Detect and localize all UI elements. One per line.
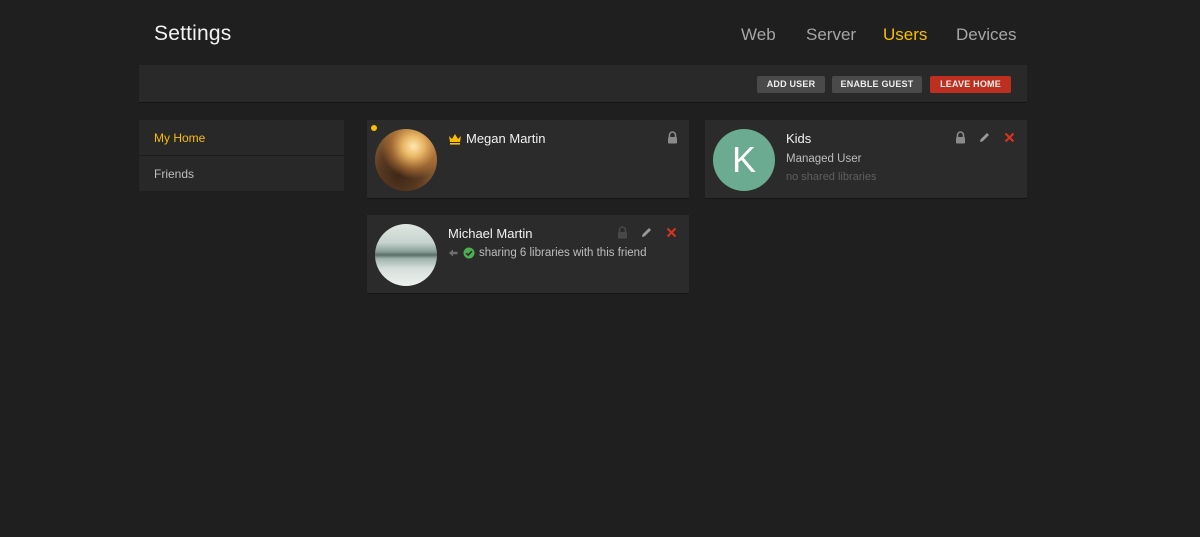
leave-home-button[interactable]: LEAVE HOME — [930, 76, 1011, 93]
edit-icon[interactable] — [978, 131, 991, 144]
sidebar-item-my-home[interactable]: My Home — [139, 120, 344, 156]
lock-icon[interactable] — [666, 131, 679, 144]
user-card-megan-martin[interactable]: Megan Martin — [367, 120, 689, 198]
avatar: K — [713, 129, 775, 191]
toolbar: ADD USER ENABLE GUEST LEAVE HOME — [139, 65, 1027, 103]
edit-icon[interactable] — [640, 226, 653, 239]
tab-server[interactable]: Server — [806, 25, 856, 45]
tab-web[interactable]: Web — [741, 25, 776, 45]
arrow-left-icon — [448, 248, 458, 258]
lock-icon[interactable] — [954, 131, 967, 144]
lock-icon[interactable] — [616, 226, 629, 239]
user-card-kids[interactable]: K Kids Managed User no shared libraries — [705, 120, 1027, 198]
add-user-button[interactable]: ADD USER — [757, 76, 825, 93]
user-name: Megan Martin — [466, 131, 546, 146]
user-name: Michael Martin — [448, 226, 533, 241]
avatar — [375, 129, 437, 191]
user-card-michael-martin[interactable]: Michael Martin sharing 6 libraries with … — [367, 215, 689, 293]
enable-guest-button[interactable]: ENABLE GUEST — [832, 76, 922, 93]
crown-icon — [448, 132, 462, 145]
sharing-text: sharing 6 libraries with this friend — [479, 247, 647, 259]
sidebar-item-label: Friends — [154, 167, 195, 181]
online-indicator — [371, 125, 377, 131]
sidebar-item-friends[interactable]: Friends — [139, 156, 344, 191]
delete-icon[interactable] — [665, 226, 678, 239]
sidebar: My Home Friends — [139, 120, 344, 191]
delete-icon[interactable] — [1003, 131, 1016, 144]
tab-devices[interactable]: Devices — [956, 25, 1016, 45]
user-role: Managed User — [786, 153, 862, 165]
tab-users[interactable]: Users — [883, 25, 927, 45]
shared-libraries-text: no shared libraries — [786, 171, 877, 183]
user-name: Kids — [786, 131, 812, 146]
avatar — [375, 224, 437, 286]
top-nav: Web Server Users Devices — [0, 25, 1200, 47]
sidebar-item-label: My Home — [154, 131, 206, 145]
check-circle-icon — [463, 247, 475, 259]
